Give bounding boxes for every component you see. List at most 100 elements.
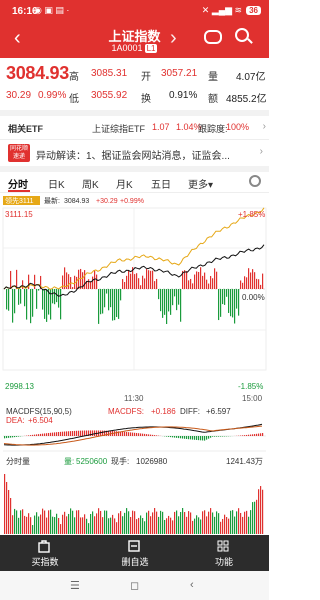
home-icon[interactable]: ◻ [130, 579, 139, 592]
open-value: 3057.21 [161, 68, 198, 79]
macd-bar [122, 431, 124, 436]
breadth-bar [242, 282, 244, 289]
macd-bar [76, 430, 78, 436]
macd-bar [64, 431, 66, 436]
macd-bar [176, 436, 178, 438]
breadth-bar [30, 289, 32, 324]
volume-bar [54, 517, 56, 534]
breadth-bar [90, 281, 92, 289]
macd-bar [38, 434, 40, 436]
breadth-bar [126, 275, 128, 289]
function-button[interactable]: 功能 [179, 535, 269, 571]
volume-bar [116, 522, 118, 534]
volume-bar [120, 511, 122, 534]
tab-daily-k[interactable]: 日K [48, 176, 65, 191]
news-row[interactable]: 同花顺 速递 异动解读：1、据证监会网站消息，证监会... › [0, 141, 269, 165]
volume-bar [170, 517, 172, 534]
latest-label: 最新: [44, 196, 60, 205]
breadth-bar [234, 289, 236, 324]
y-bottom-pct: -1.85% [238, 382, 263, 391]
breadth-bar [260, 284, 262, 289]
related-etf-row[interactable]: 相关ETF 上证综指ETF 1.07 1.04% 跟踪度: 100% › [0, 116, 269, 138]
volume-bar [112, 514, 114, 534]
breadth-bar [214, 268, 216, 289]
back-icon[interactable]: ‹ [190, 579, 194, 591]
macd-bar [200, 436, 202, 441]
macd-bar [46, 433, 48, 436]
volume-bar [204, 510, 206, 534]
volume-bar [6, 482, 8, 534]
next-arrow-icon[interactable]: › [170, 28, 177, 48]
volume-bar [30, 517, 32, 534]
volume-bar [34, 515, 36, 534]
menu-icon[interactable]: ☰ [70, 579, 80, 592]
volume-bar [12, 515, 14, 534]
tab-monthly-k[interactable]: 月K [116, 176, 133, 191]
volume-bar [48, 510, 50, 534]
tab-weekly-k[interactable]: 周K [82, 176, 99, 191]
chevron-right-icon[interactable]: › [263, 121, 266, 132]
macd-bar [178, 436, 180, 439]
macd-bar [198, 436, 200, 441]
breadth-bar [236, 289, 238, 309]
volume-bar [176, 510, 178, 534]
macd-bar [206, 436, 208, 440]
etf-name[interactable]: 上证综指ETF [92, 122, 145, 135]
volume-bar [256, 499, 258, 534]
breadth-bar [84, 270, 86, 289]
assistant-robot-icon[interactable] [204, 30, 222, 44]
volume-bar [60, 524, 62, 534]
volume-bar [168, 515, 170, 534]
track-label: 跟踪度: [198, 124, 228, 134]
breadth-bar [184, 270, 186, 289]
tab-intraday[interactable]: 分时 [8, 176, 28, 191]
breadth-bar [6, 289, 8, 310]
macd-bar [172, 436, 174, 438]
volume-bar [84, 514, 86, 534]
chevron-right-icon[interactable]: › [260, 146, 263, 157]
buy-label: 买指数 [31, 557, 59, 567]
tab-more[interactable]: 更多▾ [188, 176, 213, 191]
volume-bar [242, 516, 244, 534]
search-icon[interactable] [235, 28, 249, 42]
volume-bar [144, 521, 146, 534]
volume-value: 4.07亿 [236, 72, 266, 83]
intraday-chart[interactable]: 领先3111 最新: 3084.93 +30.29 +0.99% 3111.15… [0, 193, 269, 535]
buy-index-button[interactable]: 买指数 [0, 535, 90, 571]
volume-bar [194, 518, 196, 534]
volume-bar [222, 518, 224, 534]
volume-bar [146, 512, 148, 534]
volume-bar [68, 513, 70, 534]
macd-bar [262, 433, 264, 436]
breadth-bar [58, 289, 60, 308]
volume-bar [122, 516, 124, 534]
volume-bar [258, 489, 260, 534]
volume-bar [192, 520, 194, 534]
volume-bar [198, 517, 200, 534]
macd-bar [136, 432, 138, 436]
vol-label[interactable]: 分时量 [6, 456, 30, 466]
volume-bar [240, 512, 242, 534]
tab-five-day[interactable]: 五日 [151, 176, 171, 191]
remove-watchlist-button[interactable]: 删自选 [90, 535, 180, 571]
settings-icon[interactable] [249, 175, 261, 187]
volume-bar [260, 486, 262, 534]
stock-code: 1A0001 L1 [0, 43, 269, 53]
volume-bar [100, 510, 102, 534]
breadth-bar [146, 268, 148, 289]
news-text[interactable]: 异动解读：1、据证监会网站消息，证监会... [36, 147, 230, 162]
chart-tabs: 分时 日K 周K 月K 五日 更多▾ [0, 172, 269, 192]
breadth-bar [96, 274, 98, 289]
breadth-bar [174, 289, 176, 297]
y-top-label: 3111.15 [5, 210, 33, 219]
open-label: 开 [141, 72, 151, 83]
macd-indicator-label[interactable]: MACDFS(15,90,5) [6, 407, 72, 416]
volume-bar [228, 518, 230, 534]
breadth-bar [36, 289, 38, 309]
breadth-bar [188, 280, 190, 289]
macd-bar [6, 436, 8, 439]
macd-bar [70, 431, 72, 436]
macd-bar [92, 430, 94, 436]
breadth-bar [100, 289, 102, 315]
breadth-bar [120, 289, 122, 301]
